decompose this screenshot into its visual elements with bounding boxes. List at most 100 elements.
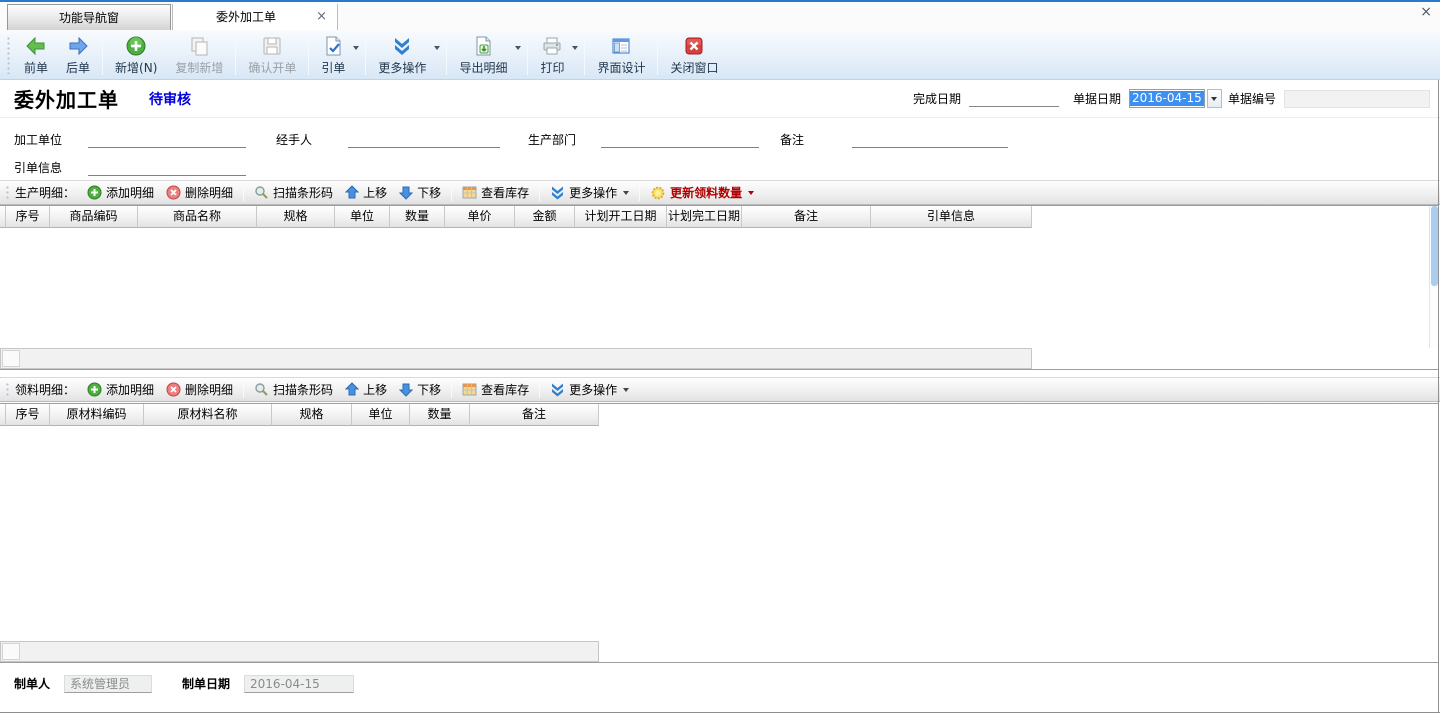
hscroll-thumb[interactable]: [2, 350, 20, 367]
tab-outsourcing-order[interactable]: 委外加工单 ×: [172, 4, 338, 32]
production-stock-button[interactable]: 查看库存: [456, 182, 535, 204]
create-date-field: 2016-04-15: [244, 675, 354, 693]
production-scan-button[interactable]: 扫描条形码: [248, 182, 339, 204]
handler-field[interactable]: [348, 147, 500, 148]
column-header[interactable]: 规格: [257, 206, 335, 228]
material-grid-hscrollbar[interactable]: [0, 641, 599, 662]
production-grid-hscrollbar[interactable]: [0, 348, 1032, 369]
production-delete-button[interactable]: 删除明细: [160, 182, 239, 204]
material-move-down-button[interactable]: 下移: [393, 379, 447, 401]
processing-unit-field[interactable]: [88, 147, 246, 148]
production-move-down-button[interactable]: 下移: [393, 182, 447, 204]
magnifier-icon: [254, 185, 269, 200]
hscroll-thumb[interactable]: [2, 643, 20, 660]
column-header[interactable]: 计划开工日期: [575, 206, 667, 228]
window-close-icon[interactable]: ×: [1420, 4, 1432, 20]
create-date-label: 制单日期: [182, 675, 230, 692]
dropdown-arrow-icon: [623, 388, 629, 392]
column-header[interactable]: 单价: [445, 206, 515, 228]
toolbar-separator: [102, 35, 103, 75]
arrow-right-icon: [67, 34, 89, 59]
material-add-button[interactable]: 添加明细: [81, 379, 160, 401]
column-header[interactable]: 数量: [390, 206, 445, 228]
export-details-button[interactable]: 导出明细: [450, 32, 516, 78]
column-header[interactable]: 单位: [352, 404, 410, 426]
delete-circle-icon: [166, 382, 181, 397]
toolbar-separator: [235, 35, 236, 75]
tab-function-nav[interactable]: 功能导航窗: [7, 4, 171, 32]
more-actions-button[interactable]: 更多操作: [369, 32, 435, 78]
material-stock-button[interactable]: 查看库存: [456, 379, 535, 401]
vscroll-thumb[interactable]: [1431, 206, 1438, 286]
more-actions-dropdown[interactable]: [431, 32, 443, 78]
confirm-open-label: 确认开单: [248, 59, 296, 76]
column-header[interactable]: 序号: [6, 404, 50, 426]
production-grid-body[interactable]: [0, 228, 1438, 328]
material-move-up-button[interactable]: 上移: [339, 379, 393, 401]
handler-label: 经手人: [276, 131, 312, 148]
doc-no-field[interactable]: [1284, 90, 1430, 108]
column-header[interactable]: 规格: [272, 404, 352, 426]
material-grid-body[interactable]: [0, 426, 1438, 621]
doc-date-field[interactable]: 2016-04-15: [1129, 89, 1205, 108]
production-toolbar: 生产明细： 添加明细 删除明细 扫描条形码 上移 下移 查看库存 更多操作 更新…: [0, 180, 1440, 205]
column-header[interactable]: 备注: [470, 404, 599, 426]
remark-field[interactable]: [852, 147, 1008, 148]
status-badge: 待审核: [149, 89, 191, 109]
doc-no-label: 单据编号: [1228, 90, 1276, 107]
production-add-button[interactable]: 添加明细: [81, 182, 160, 204]
section-separator: [451, 184, 452, 201]
section-separator: [243, 184, 244, 201]
toolbar-separator: [584, 35, 585, 75]
column-header[interactable]: 原材料编码: [50, 404, 144, 426]
column-header[interactable]: 序号: [6, 206, 50, 228]
column-header[interactable]: 数量: [410, 404, 470, 426]
column-header[interactable]: 单位: [335, 206, 390, 228]
delete-circle-icon: [166, 185, 181, 200]
material-grid-header: 序号 原材料编码 原材料名称 规格 单位 数量 备注: [0, 404, 1438, 426]
ref-info-field[interactable]: [88, 175, 246, 176]
next-order-button[interactable]: 后单: [57, 32, 99, 78]
material-toolbar: 领料明细： 添加明细 删除明细 扫描条形码 上移 下移 查看库存 更多操作: [0, 377, 1440, 402]
tab-bar: 功能导航窗 委外加工单 × ×: [0, 0, 1440, 30]
finish-date-field[interactable]: [969, 91, 1059, 107]
material-scan-button[interactable]: 扫描条形码: [248, 379, 339, 401]
column-header[interactable]: 备注: [742, 206, 871, 228]
column-header[interactable]: 原材料名称: [144, 404, 272, 426]
column-header[interactable]: 引单信息: [871, 206, 1032, 228]
creator-label: 制单人: [14, 675, 50, 692]
tab-close-icon[interactable]: ×: [316, 9, 327, 25]
pull-order-button[interactable]: 引单: [312, 32, 354, 78]
production-grid-vscrollbar[interactable]: [1429, 206, 1438, 348]
print-button[interactable]: 打印: [531, 32, 573, 78]
column-header[interactable]: 商品编码: [50, 206, 138, 228]
production-more-button[interactable]: 更多操作: [544, 182, 635, 204]
production-dept-field[interactable]: [601, 147, 759, 148]
material-delete-button[interactable]: 删除明细: [160, 379, 239, 401]
double-chevron-down-icon: [550, 185, 565, 200]
column-header[interactable]: 计划完工日期: [667, 206, 742, 228]
prev-order-button[interactable]: 前单: [15, 32, 57, 78]
double-chevron-down-icon: [391, 34, 413, 59]
ui-design-button[interactable]: 界面设计: [588, 32, 654, 78]
material-more-button[interactable]: 更多操作: [544, 379, 635, 401]
print-dropdown[interactable]: [569, 32, 581, 78]
production-move-up-button[interactable]: 上移: [339, 182, 393, 204]
new-button[interactable]: 新增(N): [106, 32, 166, 78]
doc-date-dropdown[interactable]: [1207, 89, 1222, 108]
toolbar-separator: [365, 35, 366, 75]
update-material-qty-button[interactable]: 更新领料数量: [644, 182, 760, 204]
toolbar-separator: [308, 35, 309, 75]
column-header[interactable]: 商品名称: [138, 206, 257, 228]
column-header[interactable]: 金额: [515, 206, 575, 228]
export-details-dropdown[interactable]: [512, 32, 524, 78]
page-title: 委外加工单: [14, 84, 119, 113]
close-window-button[interactable]: 关闭窗口: [661, 32, 727, 78]
print-label: 打印: [540, 59, 564, 76]
toolbar-grip: [6, 36, 11, 74]
export-details-label: 导出明细: [459, 59, 507, 76]
pull-order-dropdown[interactable]: [350, 32, 362, 78]
next-order-label: 后单: [66, 59, 90, 76]
production-stock-label: 查看库存: [481, 184, 529, 201]
arrow-down-icon: [399, 382, 413, 397]
